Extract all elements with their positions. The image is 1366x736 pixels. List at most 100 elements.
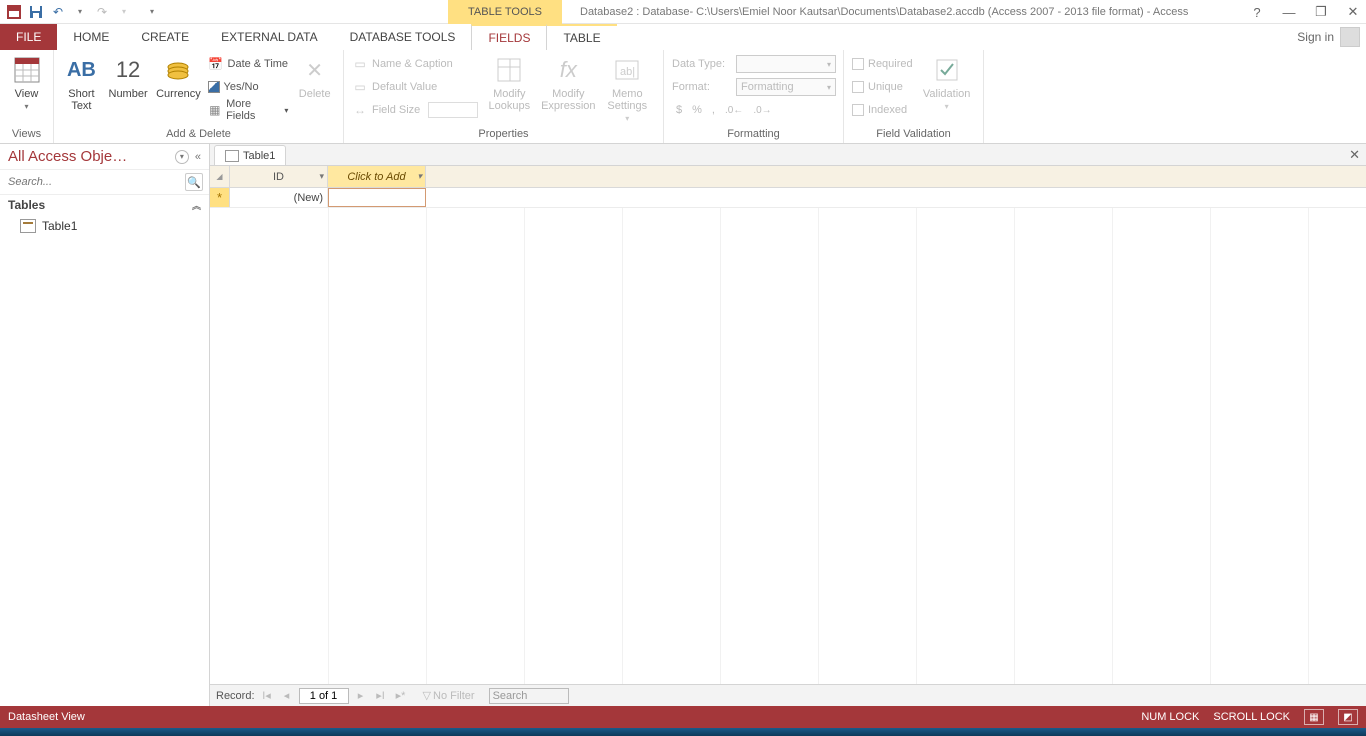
nav-collapse-icon[interactable]: « <box>195 151 201 163</box>
navigation-pane: All Access Obje… ▾« 🔍 Tables ︽ Table1 <box>0 144 210 706</box>
record-search-input[interactable]: Search <box>489 688 569 704</box>
nav-header[interactable]: All Access Obje… ▾« <box>0 144 209 170</box>
group-label-views: Views <box>8 125 45 143</box>
tab-external-data[interactable]: EXTERNAL DATA <box>205 24 333 50</box>
delete-icon: ✕ <box>299 54 331 86</box>
required-check: Required <box>852 54 913 74</box>
tab-database-tools[interactable]: DATABASE TOOLS <box>334 24 472 50</box>
date-time-button[interactable]: 📅 Date & Time <box>208 54 289 74</box>
checkbox-icon <box>852 81 864 93</box>
nav-item-table1[interactable]: Table1 <box>0 215 209 237</box>
column-header-id[interactable]: ID ▾ <box>230 166 328 187</box>
nav-search: 🔍 <box>0 170 209 195</box>
date-label: Date & Time <box>228 58 289 70</box>
comma-format-icon: , <box>712 104 715 116</box>
select-all-cell[interactable]: ◢ <box>210 166 230 187</box>
view-button[interactable]: View ▾ <box>8 54 45 111</box>
table-icon <box>20 219 36 233</box>
validation-button: Validation▾ <box>919 54 975 111</box>
size-icon: ↔ <box>352 102 368 118</box>
tab-create[interactable]: CREATE <box>125 24 205 50</box>
default-icon: ▭ <box>352 79 368 95</box>
app-title: Database2 : Database- C:\Users\Emiel Noo… <box>580 0 1188 24</box>
currency-format-icon: $ <box>676 104 682 116</box>
more-fields-button[interactable]: ▦More Fields▾ <box>208 100 289 120</box>
group-views: View ▾ Views <box>0 50 54 143</box>
doc-tab-table1[interactable]: Table1 <box>214 145 286 165</box>
restore-icon[interactable]: ❐ <box>1312 4 1330 20</box>
data-type-combo: ▾ <box>736 55 836 73</box>
filter-icon: ▽ <box>423 689 431 702</box>
lookups-label: Modify Lookups <box>484 88 534 112</box>
modify-expression-button: fx Modify Expression <box>540 54 596 112</box>
name-caption-button: ▭Name & Caption <box>352 54 478 74</box>
group-validation: Required Unique Indexed Validation▾ Fiel… <box>844 50 984 143</box>
cell-id[interactable]: (New) <box>230 188 328 207</box>
datasheet-view-icon[interactable]: ▦ <box>1304 709 1324 725</box>
tab-fields[interactable]: FIELDS <box>471 24 547 50</box>
qat-customize-icon[interactable]: ▾ <box>142 2 162 22</box>
record-navigator: Record: I◂ ◂ ▸ ▸I ▸* ▽No Filter Search <box>210 684 1366 706</box>
save-icon[interactable] <box>26 2 46 22</box>
redo-icon[interactable]: ↷ <box>92 2 112 22</box>
table-row[interactable]: * (New) <box>210 188 1366 208</box>
validation-icon <box>931 54 963 86</box>
close-icon[interactable]: ✕ <box>1344 4 1362 20</box>
date-icon: 📅 <box>208 56 224 72</box>
more-types-stack: 📅 Date & Time Yes/No ▦More Fields▾ <box>208 54 289 120</box>
datasheet-view-icon <box>11 54 43 86</box>
no-filter: ▽No Filter <box>423 689 475 702</box>
datasheet-grid[interactable]: ◢ ID ▾ Click to Add ▾ * (New) <box>210 166 1366 684</box>
required-label: Required <box>868 58 913 70</box>
minimize-icon[interactable]: — <box>1280 5 1298 20</box>
new-row-selector[interactable]: * <box>210 188 230 207</box>
access-app-icon <box>4 2 24 22</box>
help-icon[interactable]: ? <box>1248 5 1266 20</box>
sign-in[interactable]: Sign in <box>1297 27 1360 47</box>
nav-dropdown-icon[interactable]: ▾ <box>175 150 189 164</box>
grid-header: ◢ ID ▾ Click to Add ▾ <box>210 166 1366 188</box>
doc-tab-label: Table1 <box>243 150 275 162</box>
status-bar: Datasheet View NUM LOCK SCROLL LOCK ▦ ◩ <box>0 706 1366 728</box>
tab-home[interactable]: HOME <box>57 24 125 50</box>
column-dropdown-icon[interactable]: ▾ <box>319 171 324 182</box>
format-label: Format: <box>672 81 730 93</box>
currency-button[interactable]: Currency <box>155 54 201 100</box>
record-position-input[interactable] <box>299 688 349 704</box>
fx-icon: fx <box>552 54 584 86</box>
delete-button: ✕ Delete <box>294 54 335 100</box>
grid-rows: * (New) <box>210 188 1366 208</box>
taskbar <box>0 728 1366 736</box>
column-header-add[interactable]: Click to Add ▾ <box>328 166 426 187</box>
modify-lookups-button: Modify Lookups <box>484 54 534 112</box>
short-text-button[interactable]: AB Short Text <box>62 54 101 112</box>
cell-new-active[interactable] <box>328 188 426 207</box>
search-input[interactable] <box>6 175 181 189</box>
memo-icon: ab| <box>611 54 643 86</box>
currency-label: Currency <box>156 88 201 100</box>
tab-table[interactable]: TABLE <box>547 24 616 50</box>
column-dropdown-icon[interactable]: ▾ <box>417 171 422 182</box>
col-id-label: ID <box>273 171 284 183</box>
name-icon: ▭ <box>352 56 368 72</box>
close-doc-icon[interactable]: ✕ <box>1349 147 1360 163</box>
number-button[interactable]: 12 Number <box>107 54 150 100</box>
format-row: Format:Formatting▾ <box>672 77 836 97</box>
chevron-down-icon: ▾ <box>24 102 28 111</box>
collapse-group-icon[interactable]: ︽ <box>192 199 201 212</box>
col-add-label: Click to Add <box>347 171 405 183</box>
design-view-icon[interactable]: ◩ <box>1338 709 1358 725</box>
indexed-check: Indexed <box>852 100 913 120</box>
new-record-icon: ▸* <box>393 688 409 704</box>
indexed-label: Indexed <box>868 104 907 116</box>
nav-group-tables[interactable]: Tables ︽ <box>0 195 209 215</box>
search-icon[interactable]: 🔍 <box>185 173 203 191</box>
more-fields-icon: ▦ <box>208 102 223 118</box>
tab-file[interactable]: FILE <box>0 24 57 50</box>
undo-icon[interactable]: ↶ <box>48 2 68 22</box>
size-label: Field Size <box>372 104 420 116</box>
yes-no-button[interactable]: Yes/No <box>208 77 289 97</box>
undo-dropdown-icon[interactable]: ▾ <box>70 2 90 22</box>
more-label: More Fields <box>226 98 278 122</box>
redo-dropdown-icon[interactable]: ▾ <box>114 2 134 22</box>
